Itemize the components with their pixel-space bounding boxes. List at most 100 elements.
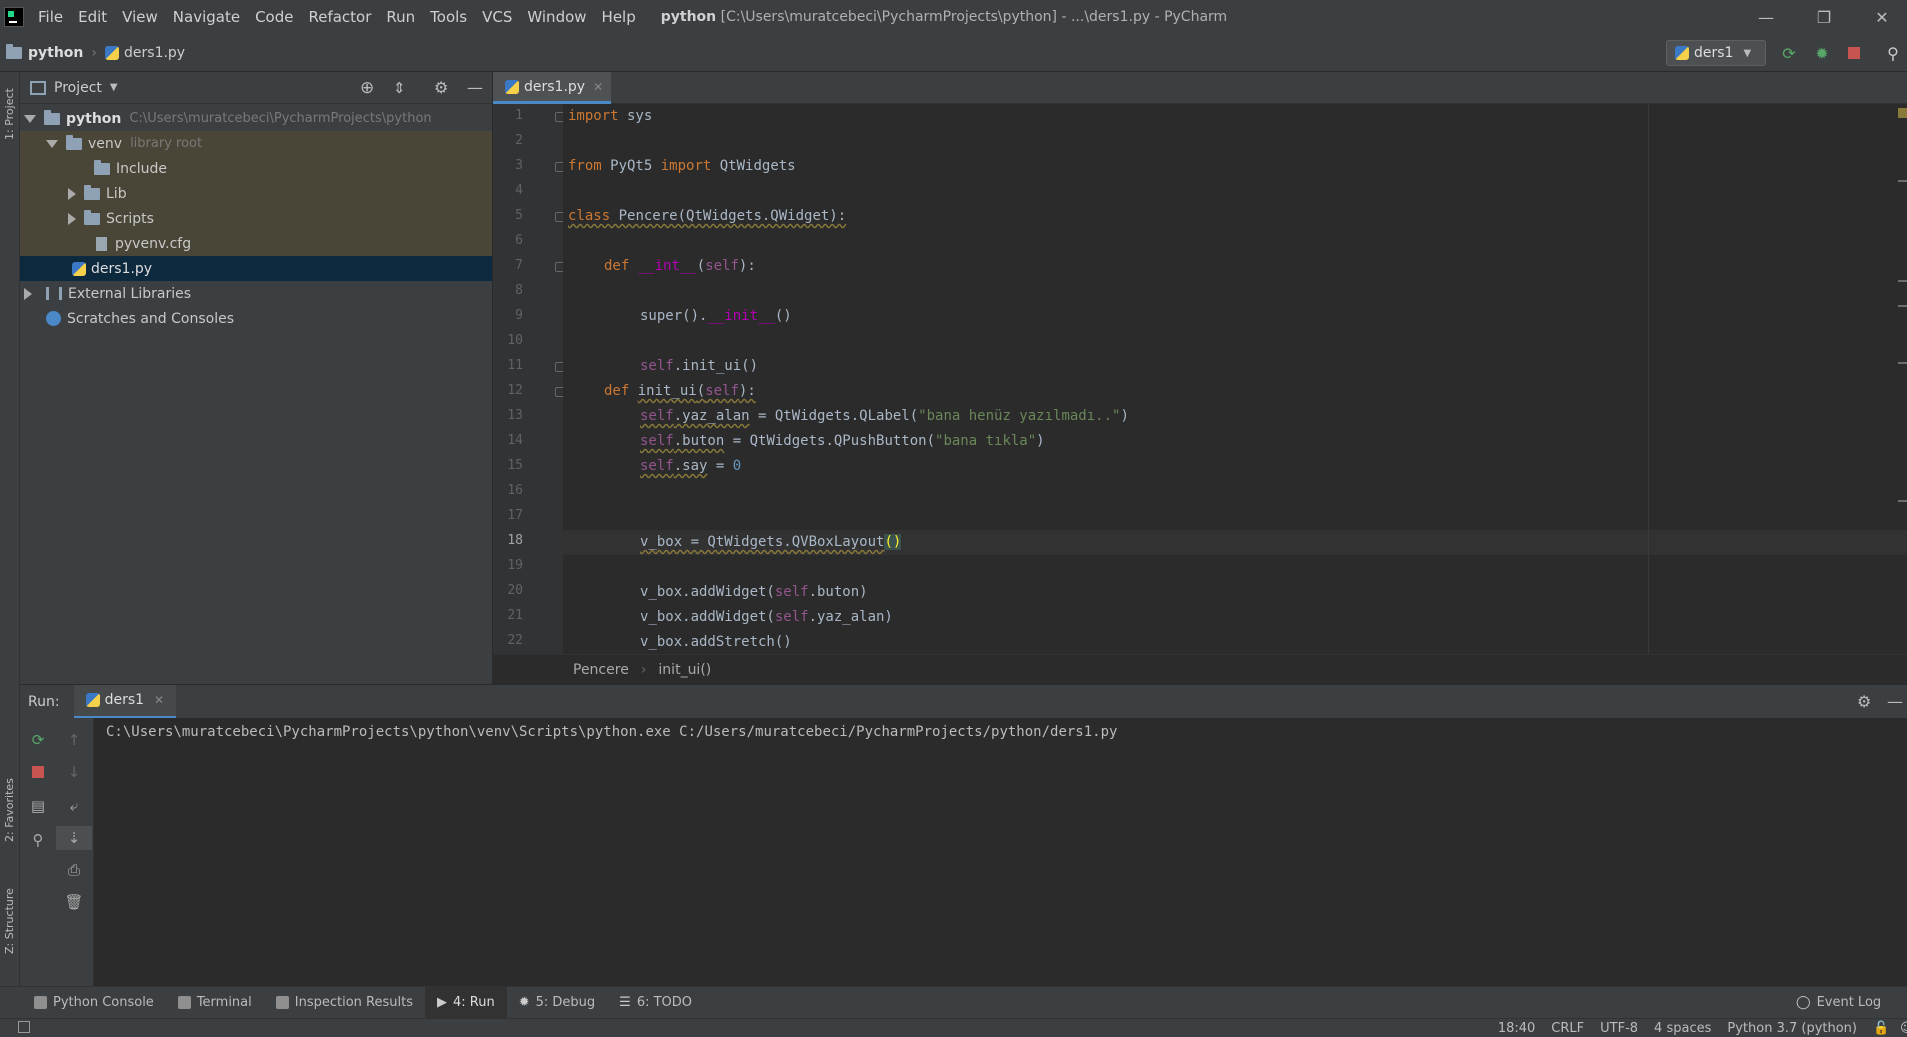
expand-arrow-icon[interactable] — [68, 187, 76, 200]
favorites-tool-button[interactable]: 2: Favorites — [3, 778, 16, 842]
gear-icon[interactable]: ⚙ — [1857, 692, 1871, 711]
folder-icon — [44, 109, 60, 125]
line-number-current: 18 — [507, 533, 523, 548]
menu-file[interactable]: File — [38, 8, 63, 26]
run-configuration-select[interactable]: ders1 ▼ — [1666, 40, 1766, 66]
notifications-icon[interactable]: ☺ — [1900, 1021, 1907, 1036]
expand-arrow-icon[interactable] — [24, 114, 36, 123]
event-log-button[interactable]: ◯ Event Log — [1784, 987, 1893, 1019]
python-file-icon — [105, 45, 120, 60]
menu-run[interactable]: Run — [386, 8, 415, 26]
menu-refactor[interactable]: Refactor — [308, 8, 371, 26]
python-interpreter[interactable]: Python 3.7 (python) — [1727, 1021, 1857, 1036]
menu-help[interactable]: Help — [602, 8, 636, 26]
caret-position[interactable]: 18:40 — [1498, 1021, 1535, 1036]
expand-arrow-icon[interactable] — [24, 287, 32, 300]
hide-panel-icon[interactable]: — — [467, 78, 483, 97]
trash-icon[interactable]: 🗑 — [56, 890, 92, 914]
soft-wrap-icon[interactable]: ⤶ — [56, 794, 92, 818]
python-console-button[interactable]: Python Console — [22, 987, 166, 1019]
scroll-marker[interactable] — [1898, 362, 1907, 364]
hide-panel-icon[interactable]: — — [1887, 692, 1903, 711]
folder-icon — [6, 43, 22, 59]
arrow-up-icon[interactable]: ↑ — [56, 728, 92, 752]
debug-icon[interactable]: ✹ — [1813, 44, 1831, 63]
inspection-results-button[interactable]: Inspection Results — [264, 987, 425, 1019]
tree-item-ders1[interactable]: ders1.py — [20, 256, 492, 281]
menu-view[interactable]: View — [122, 8, 158, 26]
run-tab-ders1[interactable]: ders1 ✕ — [73, 684, 177, 719]
menu-navigate[interactable]: Navigate — [173, 8, 240, 26]
run-console[interactable]: C:\Users\muratcebeci\PycharmProjects\pyt… — [94, 718, 1907, 986]
run-tool-button[interactable]: ▶ 4: Run — [424, 986, 507, 1019]
menu-tools[interactable]: Tools — [430, 8, 467, 26]
print-icon[interactable]: ⎙ — [56, 858, 92, 882]
status-bar: 18:40 CRLF UTF-8 4 spaces Python 3.7 (py… — [0, 1018, 1907, 1037]
window-title: python [C:\Users\muratcebeci\PycharmProj… — [661, 9, 1227, 25]
terminal-button[interactable]: Terminal — [166, 987, 264, 1019]
locate-icon[interactable]: ⊕ — [360, 78, 374, 98]
tree-item-lib[interactable]: Lib — [20, 181, 492, 206]
tree-item-include[interactable]: Include — [20, 156, 492, 181]
close-tab-icon[interactable]: ✕ — [154, 693, 164, 707]
scroll-to-end-icon[interactable]: ⇣ — [56, 826, 92, 850]
close-window-button[interactable]: ✕ — [1853, 0, 1907, 34]
tree-item-scripts[interactable]: Scripts — [20, 206, 492, 231]
nav-file[interactable]: ders1.py — [124, 45, 185, 61]
code-editor[interactable]: import sys from PyQt5 import QtWidgets c… — [563, 104, 1907, 654]
navigation-bar: python › ders1.py — [0, 34, 1907, 72]
tree-label: python — [66, 110, 122, 127]
breadcrumb-class[interactable]: Pencere — [573, 662, 629, 678]
indent-setting[interactable]: 4 spaces — [1654, 1021, 1711, 1036]
tab-ders1[interactable]: ders1.py ✕ — [493, 72, 611, 104]
gear-icon[interactable]: ⚙ — [434, 78, 448, 97]
project-view-title[interactable]: Project — [54, 80, 102, 96]
expand-arrow-icon[interactable] — [68, 212, 76, 225]
project-tool-button[interactable]: 1: Project — [3, 88, 16, 140]
python-file-icon — [85, 693, 100, 707]
expand-arrow-icon[interactable] — [46, 139, 58, 148]
code-text: () — [774, 308, 792, 324]
menu-code[interactable]: Code — [255, 8, 293, 26]
search-icon[interactable]: ⚲ — [1884, 44, 1902, 63]
structure-tool-button[interactable]: Z: Structure — [3, 888, 16, 954]
tree-item-external-libraries[interactable]: External Libraries — [20, 281, 492, 306]
file-encoding[interactable]: UTF-8 — [1600, 1021, 1638, 1036]
debug-tool-button[interactable]: ✹ 5: Debug — [507, 987, 607, 1019]
scroll-marker[interactable] — [1898, 500, 1907, 502]
collapse-all-icon[interactable]: ⇕ — [393, 79, 406, 97]
scroll-marker[interactable] — [1898, 180, 1907, 182]
minimize-button[interactable]: — — [1737, 0, 1795, 34]
rerun-icon[interactable]: ⟳ — [20, 728, 56, 752]
tree-item-python[interactable]: python C:\Users\muratcebeci\PycharmProje… — [20, 106, 492, 131]
rerun-icon[interactable]: ⟳ — [1780, 44, 1798, 63]
lock-icon[interactable]: 🔓 — [1873, 1021, 1889, 1036]
menu-window[interactable]: Window — [527, 8, 586, 26]
restore-button[interactable]: ❐ — [1795, 0, 1853, 34]
layout-icon[interactable]: ▤ — [20, 794, 56, 818]
breadcrumb-method[interactable]: init_ui() — [658, 662, 711, 678]
line-separator[interactable]: CRLF — [1551, 1021, 1584, 1036]
scroll-marker[interactable] — [1898, 305, 1907, 307]
library-icon — [46, 287, 62, 300]
right-margin-guide — [1648, 104, 1649, 654]
tree-item-pyvenv[interactable]: pyvenv.cfg — [20, 231, 492, 256]
arrow-down-icon[interactable]: ↓ — [56, 760, 92, 784]
pin-icon[interactable]: ⚲ — [20, 828, 56, 852]
tree-item-scratches[interactable]: Scratches and Consoles — [20, 306, 492, 331]
toggle-tool-windows-icon[interactable] — [18, 1021, 30, 1033]
menu-edit[interactable]: Edit — [78, 8, 107, 26]
warning-marker-icon[interactable] — [1898, 108, 1907, 118]
chevron-down-icon[interactable]: ▼ — [110, 82, 118, 93]
nav-project[interactable]: python — [28, 45, 83, 61]
window-title-path: [C:\Users\muratcebeci\PycharmProjects\py… — [720, 9, 1228, 25]
code-text: super(). — [640, 308, 708, 324]
scroll-marker[interactable] — [1898, 280, 1907, 282]
todo-tool-button[interactable]: ☰ 6: TODO — [607, 987, 704, 1019]
stop-icon[interactable] — [20, 760, 56, 784]
stop-icon[interactable] — [1845, 44, 1863, 62]
close-tab-icon[interactable]: ✕ — [593, 80, 603, 94]
tree-item-venv[interactable]: venv library root — [20, 131, 492, 156]
line-number: 20 — [507, 583, 523, 598]
menu-vcs[interactable]: VCS — [482, 8, 512, 26]
